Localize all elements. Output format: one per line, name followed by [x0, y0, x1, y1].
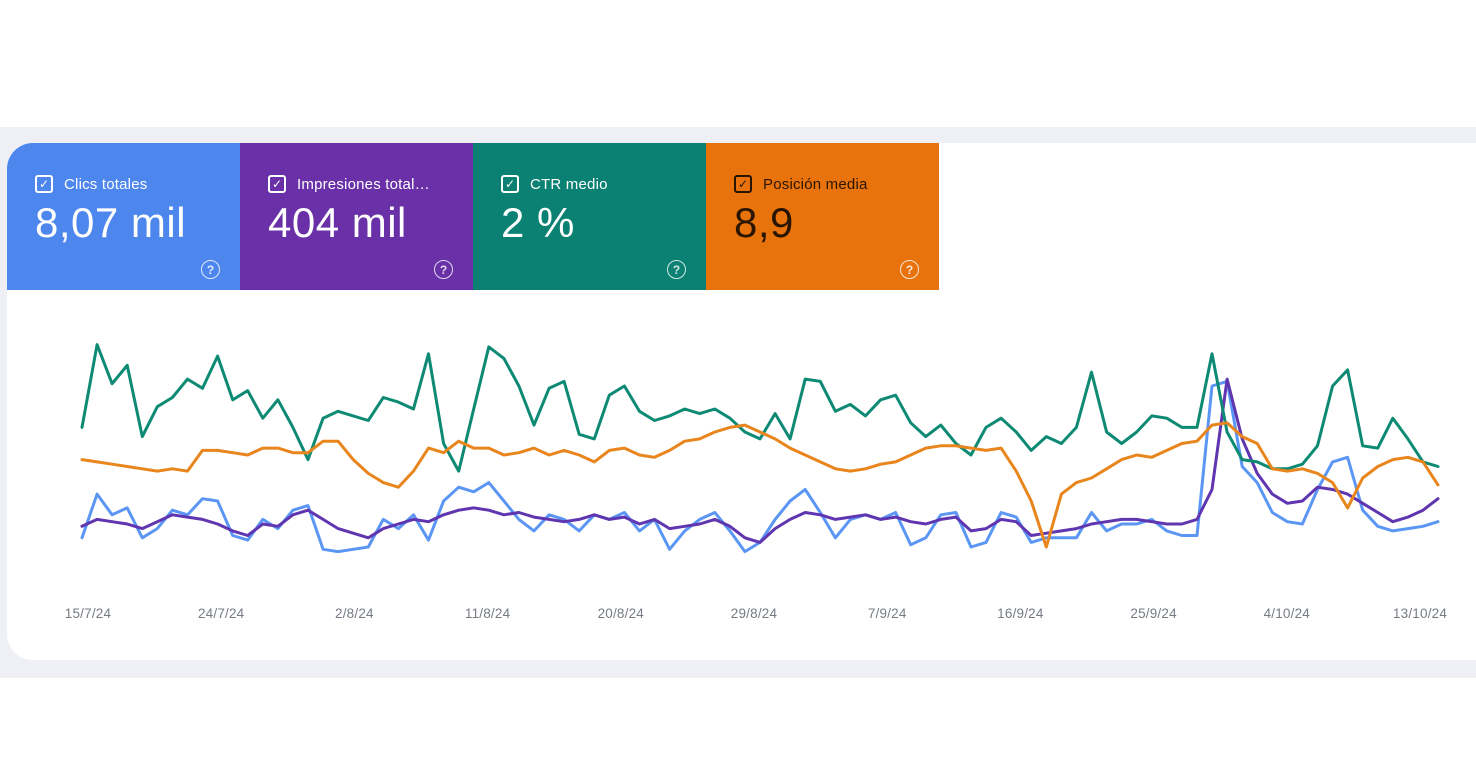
help-icon[interactable]: ? — [667, 260, 686, 279]
checkbox-checked-icon[interactable]: ✓ — [734, 175, 752, 193]
card-header: ✓ Impresiones total… — [268, 175, 473, 193]
performance-chart — [80, 343, 1440, 554]
x-axis-tick-label: 16/9/24 — [997, 606, 1044, 621]
card-label: Posición media — [763, 175, 868, 193]
x-axis-tick-label: 11/8/24 — [464, 606, 511, 621]
help-icon[interactable]: ? — [201, 260, 220, 279]
card-label: Impresiones total… — [297, 175, 430, 193]
x-axis-tick-label: 2/8/24 — [335, 606, 374, 621]
x-axis-tick-label: 29/8/24 — [730, 606, 778, 621]
card-header: ✓ Posición media — [734, 175, 939, 193]
checkbox-checked-icon[interactable]: ✓ — [35, 175, 53, 193]
x-axis-tick-label: 13/10/24 — [1392, 606, 1448, 621]
card-header: ✓ CTR medio — [501, 175, 706, 193]
card-label: CTR medio — [530, 175, 608, 193]
metric-card-ctr[interactable]: ✓ CTR medio 2 % ? — [473, 143, 706, 290]
metric-card-position[interactable]: ✓ Posición media 8,9 ? — [706, 143, 939, 290]
card-value: 2 % — [501, 199, 575, 246]
checkbox-checked-icon[interactable]: ✓ — [268, 175, 286, 193]
card-value: 8,07 mil — [35, 199, 187, 246]
x-axis-tick-label: 15/7/24 — [64, 606, 112, 621]
x-axis-tick-label: 24/7/24 — [197, 606, 245, 621]
card-header: ✓ Clics totales — [35, 175, 240, 193]
x-axis-tick-label: 20/8/24 — [597, 606, 645, 621]
metric-card-impressions[interactable]: ✓ Impresiones total… 404 mil ? — [240, 143, 473, 290]
x-axis-tick-label: 4/10/24 — [1263, 606, 1311, 621]
x-axis-tick-label: 25/9/24 — [1130, 606, 1177, 621]
checkbox-checked-icon[interactable]: ✓ — [501, 175, 519, 193]
metric-card-clicks[interactable]: ✓ Clics totales 8,07 mil ? — [7, 143, 240, 290]
x-axis-labels: 15/7/24 24/7/24 2/8/24 11/8/24 20/8/24 29/8/2… — [0, 606, 1476, 626]
help-icon[interactable]: ? — [434, 260, 453, 279]
card-value: 8,9 — [734, 199, 794, 246]
help-icon[interactable]: ? — [900, 260, 919, 279]
series-line-position — [80, 421, 1440, 549]
x-axis-tick-label: 7/9/24 — [867, 606, 907, 621]
card-value: 404 mil — [268, 199, 407, 246]
metric-cards-row: ✓ Clics totales 8,07 mil ? ✓ Impresiones… — [7, 143, 1476, 290]
card-label: Clics totales — [64, 175, 148, 193]
